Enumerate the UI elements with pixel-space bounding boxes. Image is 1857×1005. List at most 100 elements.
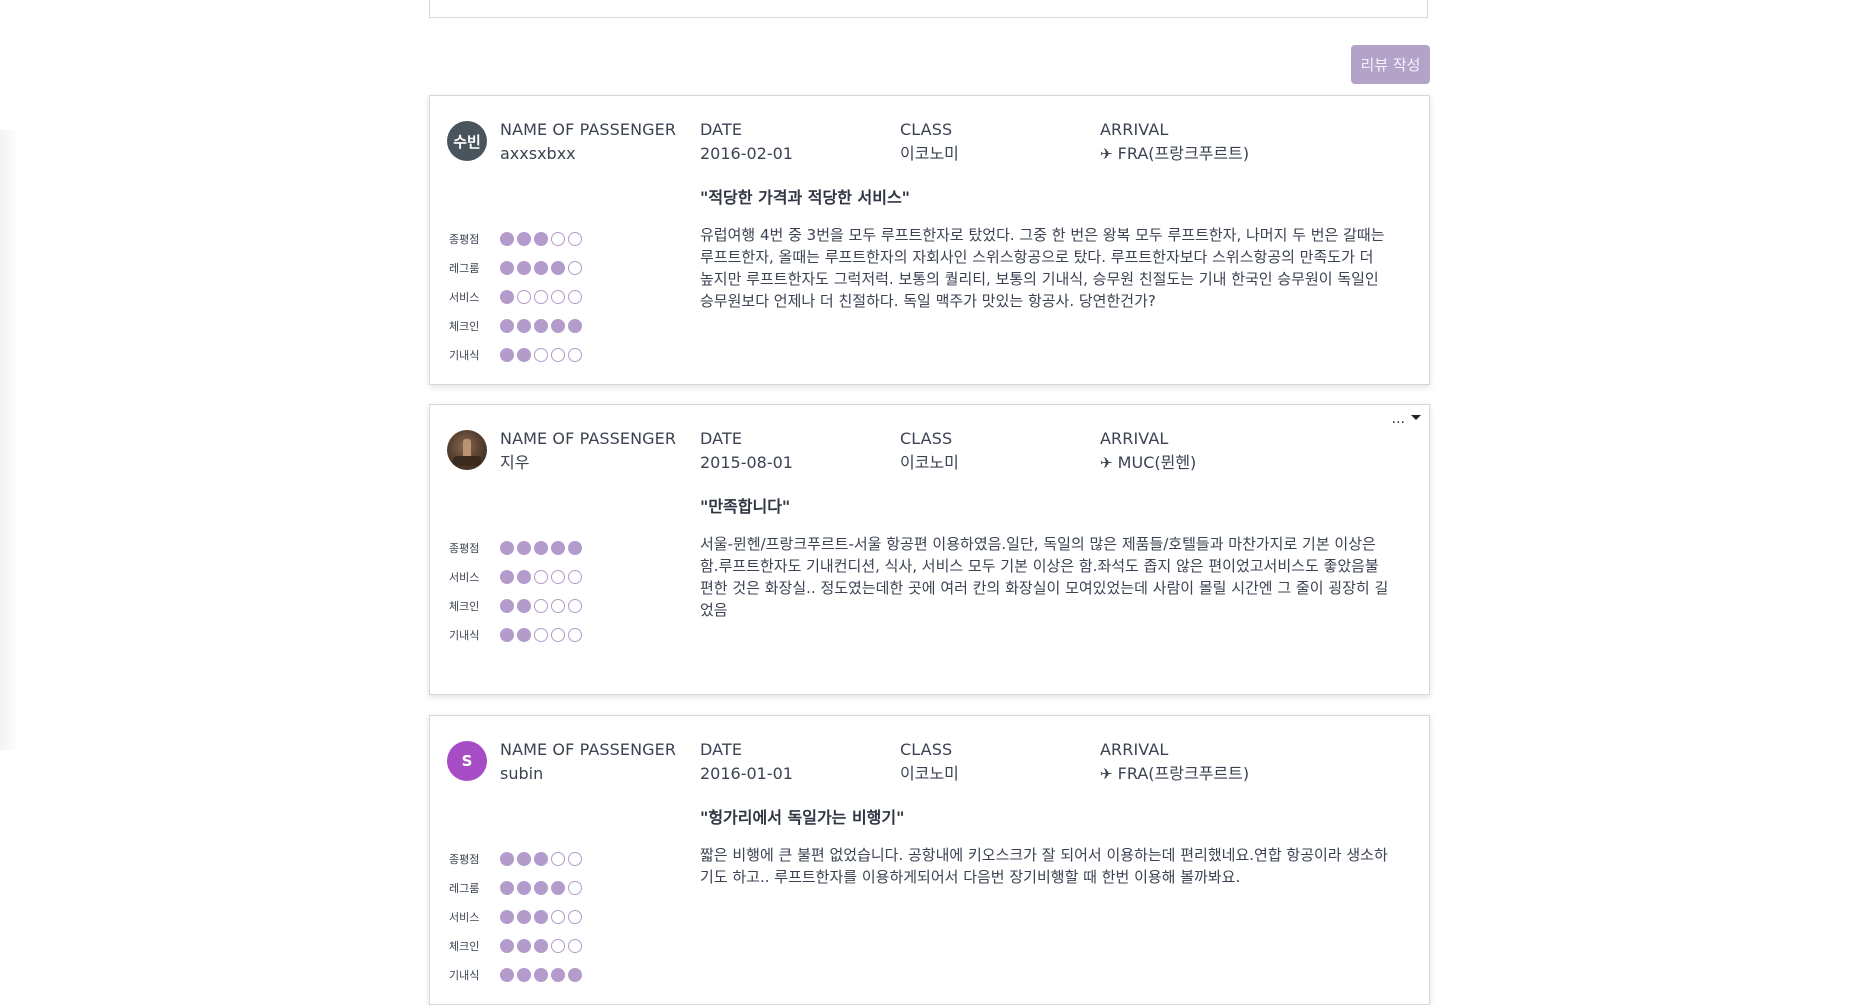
passenger-column: NAME OF PASSENGER subin: [500, 738, 676, 786]
rating-dot-empty: [551, 231, 565, 246]
rating-dot-filled: [534, 318, 548, 333]
rating-row: 종평점: [449, 224, 582, 253]
class-label: CLASS: [900, 429, 953, 448]
rating-label: 종평점: [449, 852, 480, 866]
rating-dot-empty: [551, 938, 565, 953]
rating-row: 기내식: [449, 340, 582, 369]
rating-dot-filled: [534, 231, 548, 246]
rating-dots: [500, 318, 582, 333]
rating-dot-empty: [534, 598, 548, 613]
seat-class: 이코노미: [900, 453, 959, 472]
rating-dot-filled: [534, 967, 548, 982]
rating-row: 레그룸: [449, 873, 582, 902]
rating-dot-empty: [568, 347, 582, 362]
rating-dot-filled: [551, 318, 565, 333]
rating-list: 종평점서비스체크인기내식: [449, 533, 582, 649]
rating-dots: [500, 967, 582, 982]
review-body: 유럽여행 4번 중 3번을 모두 루프트한자로 탔었다. 그중 한 번은 왕복 …: [700, 226, 1385, 310]
rating-dots: [500, 880, 582, 895]
review-card: ... NAME OF PASSENGER 지우 DATE 2015-08-01…: [429, 404, 1430, 695]
rating-label: 체크인: [449, 599, 480, 613]
rating-dot-filled: [517, 318, 531, 333]
rating-dot-filled: [517, 967, 531, 982]
rating-dot-empty: [568, 851, 582, 866]
rating-dot-filled: [500, 967, 514, 982]
rating-label: 기내식: [449, 628, 480, 642]
rating-dot-empty: [551, 909, 565, 924]
rating-dot-empty: [534, 627, 548, 642]
rating-dot-filled: [500, 347, 514, 362]
rating-dots: [500, 260, 582, 275]
review-date: 2015-08-01: [700, 453, 793, 472]
rating-label: 종평점: [449, 541, 480, 555]
arrival-airport: FRA(프랑크푸르트): [1117, 764, 1250, 783]
rating-label: 서비스: [449, 910, 480, 924]
rating-dot-filled: [534, 880, 548, 895]
previous-panel-bottom: [429, 0, 1428, 18]
rating-dots: [500, 347, 582, 362]
rating-dots: [500, 909, 582, 924]
seat-class: 이코노미: [900, 144, 959, 163]
rating-dot-empty: [534, 289, 548, 304]
rating-dot-filled: [517, 347, 531, 362]
rating-row: 종평점: [449, 533, 582, 562]
rating-label: 서비스: [449, 570, 480, 584]
arrival-label: ARRIVAL: [1100, 120, 1169, 139]
rating-dot-filled: [500, 569, 514, 584]
airplane-icon: ✈: [1100, 145, 1113, 163]
rating-dots: [500, 627, 582, 642]
rating-dot-empty: [517, 289, 531, 304]
avatar: 수빈: [447, 121, 487, 161]
rating-dot-empty: [568, 880, 582, 895]
review-title: "적당한 가격과 적당한 서비스": [700, 188, 911, 207]
rating-dot-empty: [534, 569, 548, 584]
date-label: DATE: [700, 740, 743, 759]
rating-dot-filled: [534, 540, 548, 555]
rating-dot-empty: [551, 569, 565, 584]
review-card: S NAME OF PASSENGER subin DATE 2016-01-0…: [429, 715, 1430, 1005]
arrival-label: ARRIVAL: [1100, 740, 1169, 759]
passenger-name: 지우: [500, 453, 530, 472]
rating-dot-filled: [517, 569, 531, 584]
rating-dot-filled: [551, 967, 565, 982]
rating-label: 종평점: [449, 232, 480, 246]
rating-dot-filled: [517, 880, 531, 895]
rating-dot-empty: [568, 627, 582, 642]
date-label: DATE: [700, 120, 743, 139]
rating-dot-filled: [500, 231, 514, 246]
rating-dots: [500, 569, 582, 584]
rating-row: 체크인: [449, 591, 582, 620]
rating-dot-filled: [517, 627, 531, 642]
review-title: "헝가리에서 독일가는 비행기": [700, 808, 905, 827]
passenger-label: NAME OF PASSENGER: [500, 740, 677, 759]
rating-dot-filled: [517, 851, 531, 866]
rating-dot-empty: [551, 627, 565, 642]
arrival-value: ✈ FRA(프랑크푸르트): [1100, 142, 1249, 166]
rating-list: 종평점 레그룸 서비스 체크인 기내식: [449, 844, 582, 989]
rating-dot-filled: [500, 627, 514, 642]
review-title: "만족합니다": [700, 497, 791, 516]
rating-dots: [500, 938, 582, 953]
rating-dot-filled: [517, 540, 531, 555]
write-review-button[interactable]: 리뷰 작성: [1351, 45, 1430, 84]
rating-dots: [500, 598, 582, 613]
rating-dot-filled: [500, 260, 514, 275]
rating-dot-empty: [568, 260, 582, 275]
rating-label: 체크인: [449, 939, 480, 953]
more-options-dropdown[interactable]: ...: [1392, 411, 1421, 427]
arrival-value: ✈ MUC(뮌헨): [1100, 451, 1196, 475]
class-label: CLASS: [900, 120, 953, 139]
rating-dots: [500, 851, 582, 866]
rating-label: 체크인: [449, 319, 480, 333]
rating-dot-filled: [551, 540, 565, 555]
seat-class: 이코노미: [900, 764, 959, 783]
airplane-icon: ✈: [1100, 454, 1113, 472]
rating-dot-empty: [534, 347, 548, 362]
date-column: DATE 2016-02-01: [700, 118, 793, 166]
rating-dot-empty: [568, 231, 582, 246]
rating-dot-filled: [500, 289, 514, 304]
rating-dots: [500, 289, 582, 304]
rating-label: 레그룸: [449, 261, 480, 275]
left-edge-shadow: [0, 130, 18, 750]
rating-dots: [500, 231, 582, 246]
